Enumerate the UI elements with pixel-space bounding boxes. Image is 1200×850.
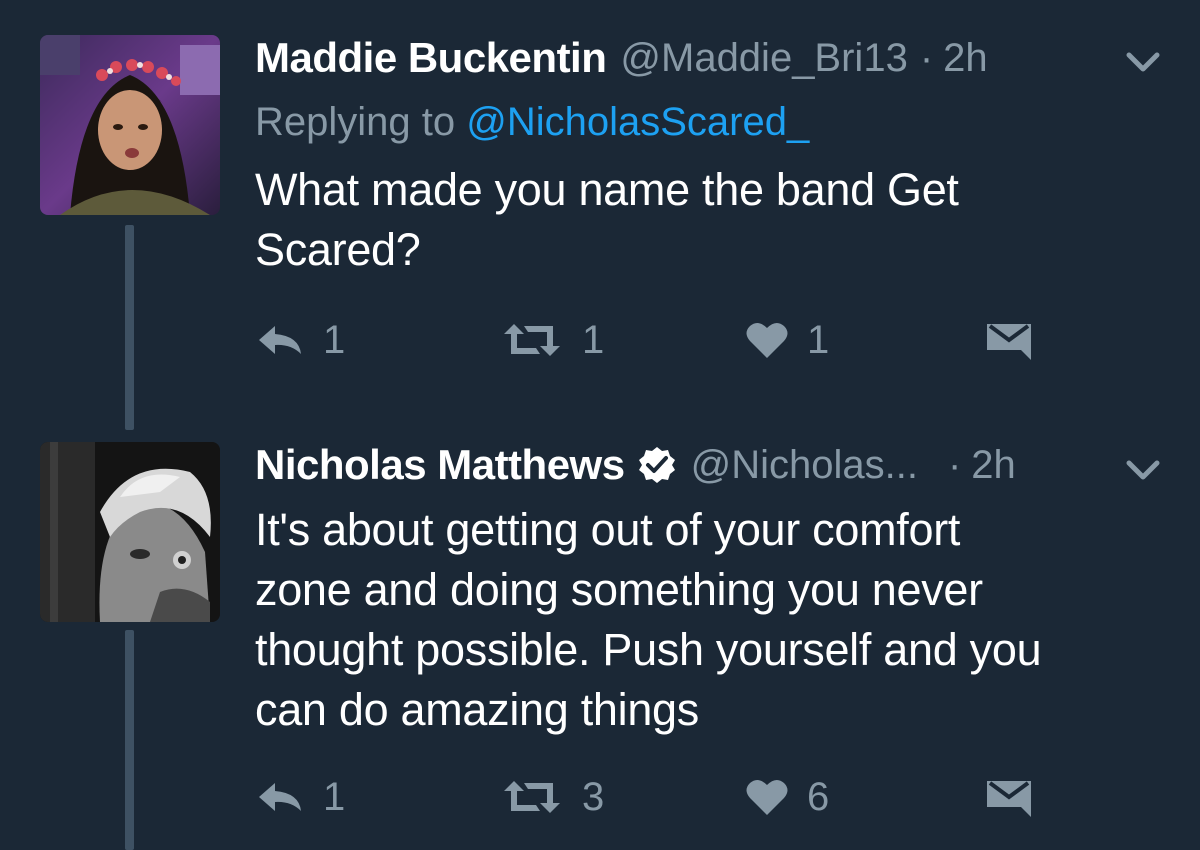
avatar[interactable] <box>40 442 220 622</box>
avatar-image <box>40 35 220 215</box>
heart-icon <box>746 322 788 358</box>
tweet-header: Nicholas Matthews @Nicholas... · 2h <box>255 440 1016 490</box>
tweet-header: Maddie Buckentin @Maddie_Bri13 · 2h <box>255 33 988 83</box>
chevron-down-icon[interactable] <box>1125 50 1161 74</box>
timestamp[interactable]: 2h <box>943 36 988 81</box>
chevron-down-icon[interactable] <box>1125 458 1161 482</box>
separator-dot: · <box>947 442 962 487</box>
user-handle[interactable]: @Maddie_Bri13 <box>620 36 907 81</box>
like-button[interactable]: 1 <box>745 315 829 365</box>
like-count: 1 <box>807 317 830 362</box>
retweet-count: 1 <box>582 317 605 362</box>
thread-connector-top <box>125 225 134 430</box>
replying-to: Replying to @NicholasScared_ <box>255 100 809 145</box>
reply-icon <box>259 326 301 354</box>
replying-to-mention[interactable]: @NicholasScared_ <box>466 100 809 144</box>
retweet-icon <box>504 324 560 356</box>
tweet-text: What made you name the band Get Scared? <box>255 160 1155 280</box>
retweet-button[interactable]: 3 <box>500 772 604 822</box>
avatar[interactable] <box>40 35 220 215</box>
user-handle[interactable]: @Nicholas... <box>691 443 918 488</box>
heart-icon <box>746 779 788 815</box>
replying-to-label: Replying to <box>255 100 456 144</box>
direct-message-button[interactable] <box>985 315 1033 365</box>
verified-badge-icon <box>638 447 675 483</box>
reply-icon <box>259 783 301 811</box>
tweet-text: It's about getting out of your comfort z… <box>255 500 1175 740</box>
like-button[interactable]: 6 <box>745 772 829 822</box>
reply-count: 1 <box>323 774 346 819</box>
tweet-text-line: zone and doing something you never <box>255 564 983 615</box>
like-count: 6 <box>807 774 830 819</box>
tweet-text-line: thought possible. Push yourself and you <box>255 624 1042 675</box>
timestamp[interactable]: 2h <box>971 443 1016 488</box>
reply-count: 1 <box>323 317 346 362</box>
tweet-text-line: What made you name the band Get <box>255 164 959 215</box>
avatar-image <box>40 442 220 622</box>
retweet-count: 3 <box>582 774 605 819</box>
retweet-icon <box>504 781 560 813</box>
reply-button[interactable]: 1 <box>255 315 345 365</box>
retweet-button[interactable]: 1 <box>500 315 604 365</box>
tweet-text-line: Scared? <box>255 224 421 275</box>
reply-button[interactable]: 1 <box>255 772 345 822</box>
direct-message-icon <box>987 324 1031 360</box>
direct-message-button[interactable] <box>985 772 1033 822</box>
display-name[interactable]: Maddie Buckentin <box>255 34 607 82</box>
thread-connector-bottom <box>125 630 134 850</box>
display-name[interactable]: Nicholas Matthews <box>255 441 625 489</box>
separator-dot: · <box>919 35 934 80</box>
tweet-text-line: can do amazing things <box>255 684 699 735</box>
tweet-text-line: It's about getting out of your comfort <box>255 504 961 555</box>
direct-message-icon <box>987 781 1031 817</box>
